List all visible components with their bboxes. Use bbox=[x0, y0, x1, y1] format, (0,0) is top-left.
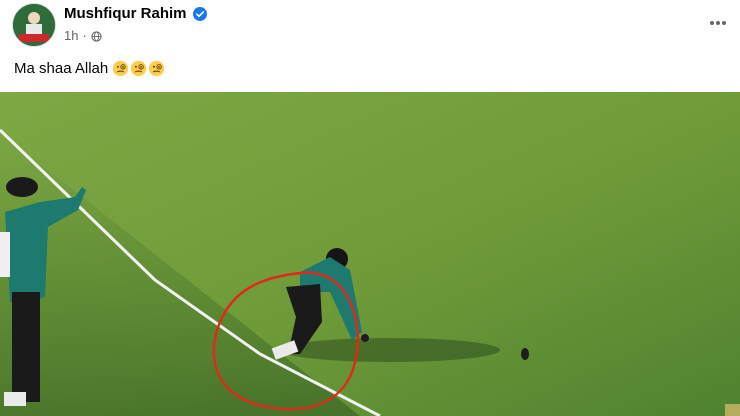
face-with-monocle-icon bbox=[148, 60, 165, 77]
post-header: Mushfiqur Rahim 1h · Ma shaa Allah bbox=[0, 0, 740, 92]
cricket-field-photo bbox=[0, 92, 740, 416]
globe-icon[interactable] bbox=[91, 30, 102, 42]
meta-separator: · bbox=[82, 28, 87, 43]
post-timestamp[interactable]: 1h bbox=[64, 28, 78, 43]
post-caption: Ma shaa Allah bbox=[14, 60, 165, 77]
verified-badge-icon bbox=[192, 6, 207, 21]
caption-emojis bbox=[112, 60, 165, 77]
caption-text: Ma shaa Allah bbox=[14, 60, 109, 77]
face-with-monocle-icon bbox=[130, 60, 147, 77]
ball bbox=[521, 348, 529, 360]
author-name[interactable]: Mushfiqur Rahim bbox=[64, 5, 187, 22]
post-image[interactable] bbox=[0, 92, 740, 416]
more-horizontal-icon bbox=[709, 13, 727, 31]
post-meta: 1h · bbox=[64, 28, 102, 43]
face-with-monocle-icon bbox=[112, 60, 129, 77]
more-options-button[interactable] bbox=[704, 8, 732, 36]
author-row: Mushfiqur Rahim bbox=[64, 5, 207, 22]
watermark-logo bbox=[725, 404, 740, 416]
author-avatar[interactable] bbox=[12, 3, 56, 47]
